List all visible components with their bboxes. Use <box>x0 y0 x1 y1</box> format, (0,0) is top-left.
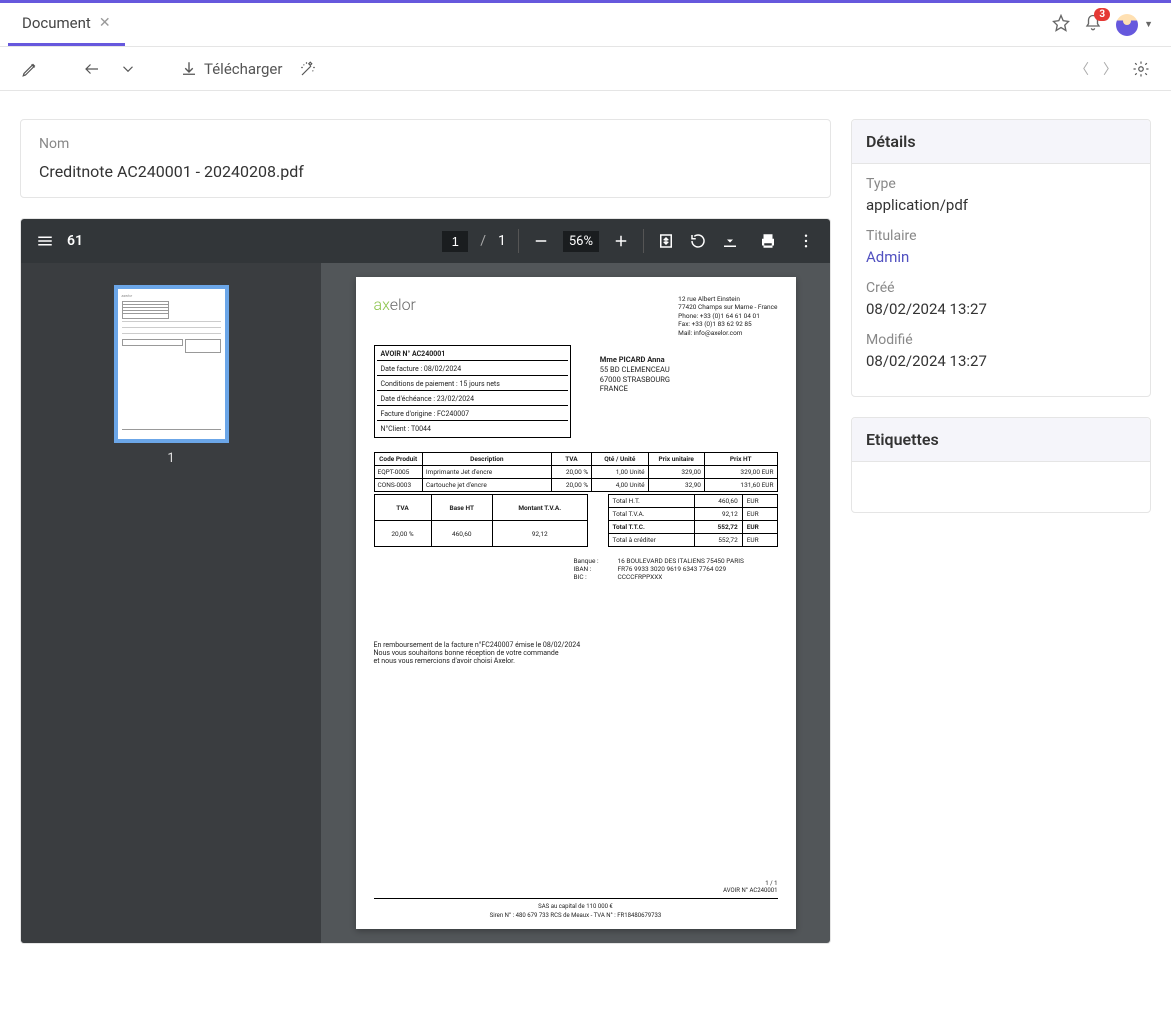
page-input[interactable] <box>442 231 468 252</box>
page-thumbnail[interactable]: axelor <box>114 285 229 443</box>
notification-badge: 3 <box>1094 8 1110 21</box>
totals-table: Total H.T.460,60EUR Total T.V.A.92,12EUR… <box>608 494 778 547</box>
billing-address: Mme PICARD Anna 55 BD CLEMENCEAU 67000 S… <box>600 355 778 394</box>
next-record-icon[interactable]: 〉 <box>1103 59 1117 79</box>
chevron-down-icon[interactable]: ▼ <box>1144 19 1153 30</box>
prev-record-icon[interactable]: 〈 <box>1075 59 1089 79</box>
thumb-number: 1 <box>167 451 174 466</box>
owner-value[interactable]: Admin <box>866 248 1136 266</box>
bell-icon[interactable]: 3 <box>1084 14 1102 36</box>
rotate-icon[interactable] <box>688 231 708 251</box>
page-total: 1 <box>498 233 506 249</box>
details-panel: Détails Type application/pdf Titulaire A… <box>851 119 1151 397</box>
name-value: Creditnote AC240001 - 20240208.pdf <box>39 162 812 181</box>
gear-icon[interactable] <box>1131 59 1151 79</box>
pdf-toolbar: 61 / 1 56% <box>21 219 830 263</box>
print-icon[interactable] <box>758 231 778 251</box>
company-info: 12 rue Albert Einstein 77420 Champs sur … <box>678 295 777 337</box>
table-row: CONS-0003 Cartouche jet d'encre 20,00 % … <box>374 479 777 492</box>
zoom-in-icon[interactable] <box>611 231 631 251</box>
back-icon[interactable] <box>82 59 102 79</box>
more-icon[interactable] <box>796 231 816 251</box>
avatar[interactable] <box>1116 14 1138 36</box>
modified-value: 08/02/2024 13:27 <box>866 352 1136 370</box>
table-row: EQPT-0005 Imprimante Jet d'encre 20,00 %… <box>374 466 777 479</box>
chevron-down-icon[interactable] <box>118 59 138 79</box>
pdf-page: axelor 12 rue Albert Einstein 77420 Cham… <box>356 277 796 929</box>
tags-panel: Etiquettes <box>851 417 1151 513</box>
created-value: 08/02/2024 13:27 <box>866 300 1136 318</box>
bank-info: Banque :16 BOULEVARD DES ITALIENS 75450 … <box>574 557 778 581</box>
type-value: application/pdf <box>866 196 1136 214</box>
pdf-label61: 61 <box>67 233 83 249</box>
details-title: Détails <box>852 120 1150 164</box>
zoom-out-icon[interactable] <box>531 231 551 251</box>
type-label: Type <box>866 176 1136 192</box>
tab-label: Document <box>22 14 91 32</box>
pdf-viewer: 61 / 1 56% <box>20 218 831 944</box>
modified-label: Modifié <box>866 332 1136 348</box>
tax-table: TVA Base HT Montant T.V.A. 20,00 % 460,6… <box>374 494 588 547</box>
page-area[interactable]: axelor 12 rue Albert Einstein 77420 Cham… <box>321 263 830 943</box>
owner-label: Titulaire <box>866 228 1136 244</box>
note: En remboursement de la facture n°FC24000… <box>374 641 778 665</box>
items-table: Code Produit Description TVA Qté / Unité… <box>374 452 778 492</box>
logo: axelor <box>374 295 416 337</box>
name-card: Nom Creditnote AC240001 - 20240208.pdf <box>20 119 831 198</box>
meta-table: AVOIR N° AC240001 Date facture : 08/02/2… <box>374 345 572 438</box>
page-footer: 1 / 1 AVOIR N° AC240001 SAS au capital d… <box>374 880 778 919</box>
tags-title: Etiquettes <box>852 418 1150 462</box>
menu-icon[interactable] <box>35 231 55 251</box>
star-icon[interactable] <box>1052 14 1070 36</box>
download-icon[interactable] <box>720 231 740 251</box>
zoom-percent[interactable]: 56% <box>563 231 599 252</box>
download-label: Télécharger <box>204 60 282 78</box>
fit-page-icon[interactable] <box>656 231 676 251</box>
edit-icon[interactable] <box>20 59 40 79</box>
tab-document[interactable]: Document ✕ <box>8 3 125 46</box>
download-button[interactable]: Télécharger <box>180 60 282 78</box>
magic-wand-icon[interactable] <box>298 59 318 79</box>
created-label: Créé <box>866 280 1136 296</box>
close-icon[interactable]: ✕ <box>99 15 111 31</box>
name-label: Nom <box>39 136 812 152</box>
thumbnail-panel: axelor <box>21 263 321 943</box>
